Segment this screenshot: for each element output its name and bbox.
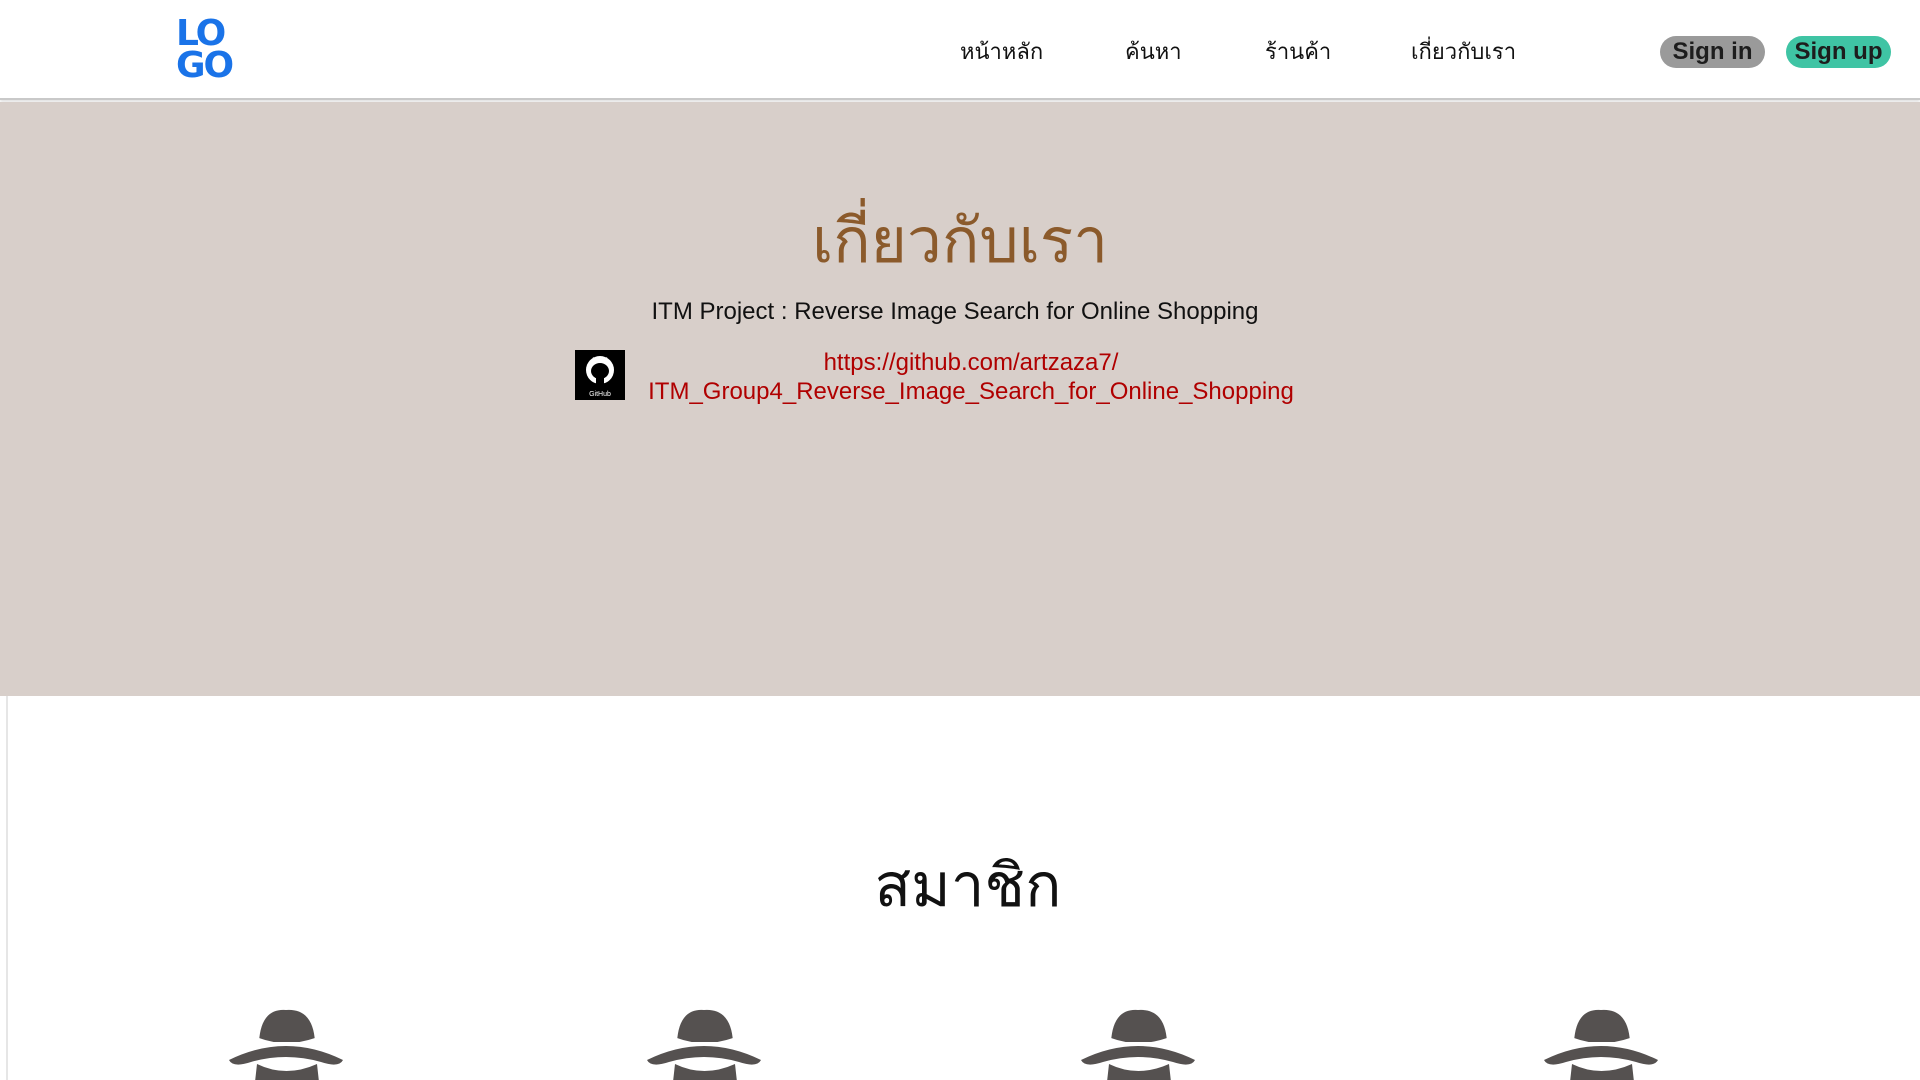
member-avatar-3 [1073, 1002, 1203, 1080]
github-icon[interactable]: GitHub [575, 350, 625, 400]
members-section: สมาชิก [0, 696, 1920, 1080]
github-link-line-1: https://github.com/artzaza7/ [823, 349, 1119, 376]
nav-link-home[interactable]: หน้าหลัก [960, 34, 1043, 69]
spy-avatar-icon [647, 1009, 761, 1080]
nav-link-search[interactable]: ค้นหา [1125, 34, 1182, 69]
member-avatar-2 [639, 1002, 769, 1080]
github-repo-link[interactable]: https://github.com/artzaza7/ ITM_Group4_… [631, 348, 1311, 406]
github-link-row: GitHub https://github.com/artzaza7/ ITM_… [575, 348, 1355, 406]
nav-link-shops[interactable]: ร้านค้า [1265, 34, 1331, 69]
member-avatar-1 [221, 1002, 351, 1080]
nav-link-about[interactable]: เกี่ยวกับเรา [1411, 34, 1516, 69]
about-title: เกี่ยวกับเรา [811, 204, 1109, 277]
spy-avatar-icon [229, 1009, 343, 1080]
spy-avatar-icon [1081, 1009, 1195, 1080]
members-title: สมาชิก [874, 851, 1062, 921]
spy-avatar-icon [1544, 1009, 1658, 1080]
about-hero-section: เกี่ยวกับเรา ITM Project : Reverse Image… [0, 102, 1920, 696]
svg-text:GitHub: GitHub [589, 391, 611, 398]
sign-up-button[interactable]: Sign up [1786, 36, 1891, 68]
github-link-line-2: ITM_Group4_Reverse_Image_Search_for_Onli… [648, 378, 1294, 405]
member-avatar-4 [1536, 1002, 1666, 1080]
top-navbar: LO GO หน้าหลัก ค้นหา ร้านค้า เกี่ยวกับเร… [0, 0, 1920, 100]
nav-links: หน้าหลัก ค้นหา ร้านค้า เกี่ยวกับเรา [0, 34, 1920, 70]
project-subtitle: ITM Project : Reverse Image Search for O… [651, 298, 1259, 325]
sign-in-button[interactable]: Sign in [1660, 36, 1765, 68]
